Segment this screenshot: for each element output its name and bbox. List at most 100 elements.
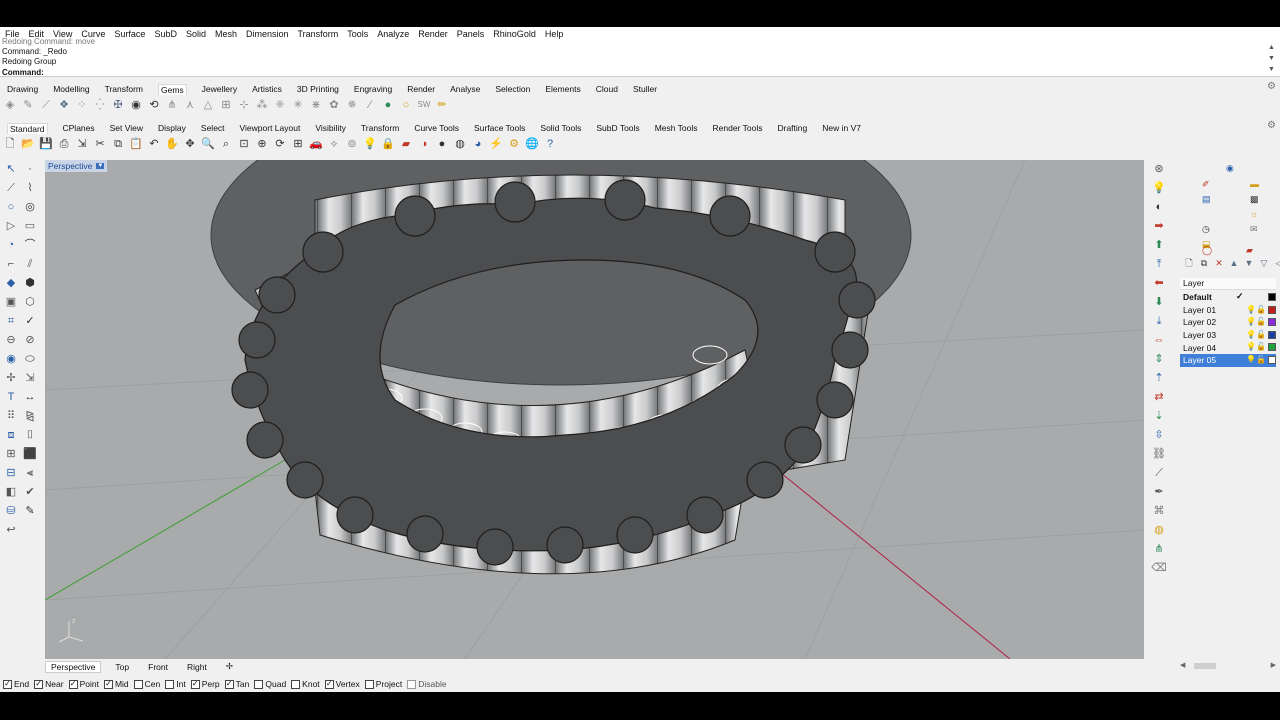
- osnap-point[interactable]: ✓ Point: [68, 679, 99, 689]
- gem-cluster-icon[interactable]: ⁂: [254, 97, 270, 113]
- brush-icon[interactable]: ✐: [1202, 179, 1210, 190]
- edit-pts-icon[interactable]: ⫷: [21, 464, 39, 482]
- gem-spread-icon[interactable]: ✳: [290, 97, 306, 113]
- ellipse-icon[interactable]: ◎: [21, 198, 39, 216]
- collapse-icon[interactable]: ◁: [1272, 257, 1280, 269]
- move-view-icon[interactable]: ✥: [182, 136, 198, 152]
- osnap-checkbox[interactable]: ✓: [190, 679, 200, 689]
- arrow-left-icon[interactable]: ⬅: [1150, 274, 1168, 292]
- grid-tool-icon[interactable]: ⊞: [2, 445, 20, 463]
- osnap-cen[interactable]: Cen: [133, 679, 160, 689]
- color-wheel-icon[interactable]: ◑: [416, 136, 432, 152]
- sweep-icon[interactable]: ⊟: [2, 464, 20, 482]
- osnap-checkbox[interactable]: ✓: [324, 679, 334, 689]
- arrow-down-icon[interactable]: ⬇: [1150, 293, 1168, 311]
- help-icon[interactable]: ?: [542, 136, 558, 152]
- surface-icon[interactable]: ◆: [2, 274, 20, 292]
- point-icon[interactable]: ·: [21, 160, 39, 178]
- loft-icon[interactable]: ⬡: [21, 293, 39, 311]
- layer-visible-icon[interactable]: 💡: [1246, 342, 1256, 351]
- open-file-icon[interactable]: 📂: [20, 136, 36, 152]
- tab-3d-printing[interactable]: 3D Printing: [297, 84, 339, 94]
- tab-new-in-v7[interactable]: New in V7: [822, 123, 861, 133]
- gem-star-icon[interactable]: ✵: [344, 97, 360, 113]
- menu-mesh[interactable]: Mesh: [215, 29, 237, 39]
- tab-drawing[interactable]: Drawing: [7, 84, 38, 94]
- slash-icon[interactable]: ⟋: [1150, 464, 1168, 482]
- gem-array-icon[interactable]: ⋇: [308, 97, 324, 113]
- delete-layer-icon[interactable]: ✕: [1212, 257, 1226, 269]
- tab-mesh-tools[interactable]: Mesh Tools: [655, 123, 698, 133]
- folder-icon[interactable]: ▬: [1250, 179, 1259, 189]
- triangle-set-icon[interactable]: △: [200, 97, 216, 113]
- left-right-icon[interactable]: ⇄: [1150, 388, 1168, 406]
- tab-analyse[interactable]: Analyse: [450, 84, 480, 94]
- tab-solid-tools[interactable]: Solid Tools: [540, 123, 581, 133]
- copy-icon[interactable]: ⧉: [110, 136, 126, 152]
- array-icon[interactable]: ⠿: [2, 407, 20, 425]
- osnap-mid[interactable]: ✓ Mid: [103, 679, 129, 689]
- layer-lock-icon[interactable]: 🔓: [1256, 330, 1266, 339]
- analyze-icon[interactable]: ◧: [2, 483, 20, 501]
- render-sphere-icon[interactable]: ◍: [452, 136, 468, 152]
- prong-icon[interactable]: ✠: [110, 97, 126, 113]
- move-tool-icon[interactable]: ✢: [2, 369, 20, 387]
- block-icon[interactable]: ⌷: [21, 426, 39, 444]
- layer-visible-icon[interactable]: 💡: [1246, 330, 1256, 339]
- osnap-tan[interactable]: ✓ Tan: [224, 679, 249, 689]
- fillet-icon[interactable]: ⌐: [2, 255, 20, 273]
- layer-color-swatch[interactable]: [1268, 343, 1276, 352]
- tab-elements[interactable]: Elements: [545, 84, 580, 94]
- tab-render[interactable]: Render: [407, 84, 435, 94]
- pencil-tool-icon[interactable]: ✎: [21, 502, 39, 520]
- layer-visible-icon[interactable]: 💡: [1246, 355, 1256, 364]
- sphere-icon[interactable]: ●: [434, 136, 450, 152]
- save-icon[interactable]: 💾: [38, 136, 54, 152]
- undo-icon[interactable]: ↶: [146, 136, 162, 152]
- tab-viewport-layout[interactable]: Viewport Layout: [240, 123, 301, 133]
- osnap-checkbox[interactable]: [407, 679, 417, 689]
- layer-color-swatch[interactable]: [1268, 293, 1276, 301]
- freeform-icon[interactable]: ⌒: [21, 236, 39, 254]
- panel-scrollbar[interactable]: ◀ ▶: [1178, 660, 1278, 672]
- osnap-perp[interactable]: ✓ Perp: [190, 679, 220, 689]
- osnap-checkbox[interactable]: [133, 679, 143, 689]
- pan-icon[interactable]: ✋: [164, 136, 180, 152]
- gem-sphere-icon[interactable]: ●: [380, 97, 396, 113]
- blank-icon[interactable]: [21, 521, 39, 539]
- gem-grid-icon[interactable]: ⊞: [218, 97, 234, 113]
- osnap-checkbox[interactable]: ✓: [68, 679, 78, 689]
- render-tool-icon[interactable]: ⬛: [21, 445, 39, 463]
- osnap-checkbox[interactable]: ✓: [34, 679, 44, 689]
- viewport-tab-right[interactable]: Right: [182, 662, 212, 672]
- osnap-near[interactable]: ✓ Near: [34, 679, 64, 689]
- layer-row[interactable]: Layer 04 💡 🔓: [1180, 341, 1276, 354]
- scroll-thumb[interactable]: [1194, 663, 1216, 669]
- rectangle-icon[interactable]: ▭: [21, 217, 39, 235]
- osnap-int[interactable]: Int: [165, 679, 186, 689]
- new-sublayer-icon[interactable]: ⧉: [1197, 257, 1211, 269]
- lightning-icon[interactable]: ⚡: [488, 136, 504, 152]
- stack-icon[interactable]: ⇳: [1150, 426, 1168, 444]
- select-icon[interactable]: ↖: [2, 160, 20, 178]
- envelope-icon[interactable]: ✉: [1250, 224, 1258, 235]
- paint-icon[interactable]: ⛁: [2, 502, 20, 520]
- chevron-down-icon[interactable]: ▼: [96, 163, 105, 169]
- tab-curve-tools[interactable]: Curve Tools: [414, 123, 459, 133]
- zoom-selected-icon[interactable]: ⊕: [254, 136, 270, 152]
- osnap-checkbox[interactable]: ✓: [3, 679, 12, 689]
- menu-help[interactable]: Help: [545, 29, 564, 39]
- menu-panels[interactable]: Panels: [457, 29, 485, 39]
- split-icon[interactable]: ⊘: [21, 331, 39, 349]
- layer-row[interactable]: Layer 05 💡 🔓: [1180, 353, 1276, 367]
- gem-pencil-icon[interactable]: ✏: [434, 97, 450, 113]
- gear-icon[interactable]: ⚙: [1267, 81, 1276, 92]
- layer-row[interactable]: Layer 03 💡 🔓: [1180, 329, 1276, 342]
- gear-icon[interactable]: ⚙: [1267, 120, 1276, 131]
- gem-cutter-icon[interactable]: ◈: [2, 97, 18, 113]
- tab-standard[interactable]: Standard: [7, 122, 48, 134]
- render-view-icon[interactable]: ◐: [1150, 198, 1168, 216]
- layer-lock-icon[interactable]: 🔓: [1256, 305, 1266, 314]
- tab-selection[interactable]: Selection: [495, 84, 530, 94]
- gem-wand-icon[interactable]: ⁄: [362, 97, 378, 113]
